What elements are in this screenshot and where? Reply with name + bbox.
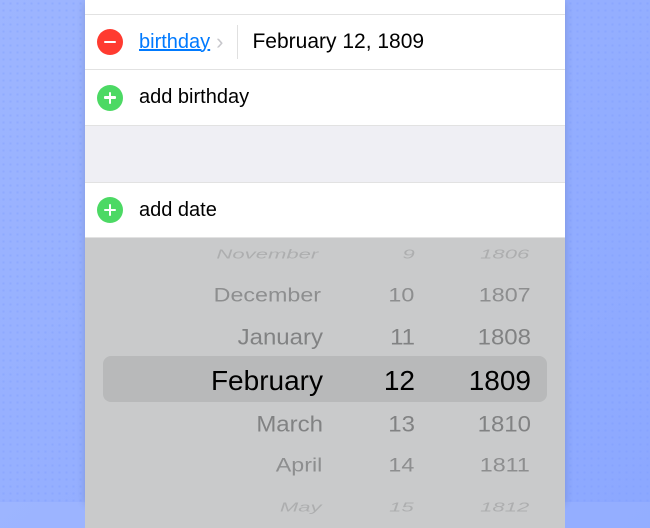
day-option[interactable]: 11	[390, 318, 415, 357]
year-option[interactable]: 1807	[478, 279, 530, 313]
contacts-edit-panel: birthday › February 12, 1809 add birthda…	[85, 0, 565, 502]
month-option-selected[interactable]: February	[211, 358, 323, 403]
month-option[interactable]: December	[214, 279, 321, 313]
add-birthday-label: add birthday	[139, 86, 249, 109]
add-birthday-icon[interactable]	[97, 85, 123, 111]
day-option-selected[interactable]: 12	[384, 358, 415, 403]
birthday-field-label[interactable]: birthday	[139, 31, 210, 54]
year-option-selected[interactable]: 1809	[469, 358, 531, 403]
birthday-value[interactable]: February 12, 1809	[252, 30, 424, 54]
year-option[interactable]: 1811	[480, 449, 530, 483]
remove-birthday-icon[interactable]	[97, 29, 123, 55]
year-option[interactable]: 1810	[478, 405, 531, 444]
chevron-right-icon: ›	[216, 29, 223, 55]
day-wheel[interactable]: 9 10 11 12 13 14 15	[345, 238, 429, 528]
day-option[interactable]: 13	[388, 405, 415, 444]
year-option[interactable]: 1812	[480, 496, 529, 519]
year-option[interactable]: 1808	[478, 318, 531, 357]
day-option[interactable]: 14	[389, 449, 415, 483]
year-wheel[interactable]: 1806 1807 1808 1809 1810 1811 1812	[429, 238, 549, 528]
month-option[interactable]: November	[217, 243, 319, 266]
add-date-row[interactable]: add date	[85, 182, 565, 238]
month-option[interactable]: March	[256, 405, 323, 444]
day-option[interactable]: 15	[389, 496, 414, 519]
month-option[interactable]: April	[276, 449, 323, 483]
day-option[interactable]: 10	[389, 279, 415, 313]
month-option[interactable]: January	[238, 318, 323, 357]
row-divider	[237, 25, 238, 59]
section-gap	[85, 126, 565, 182]
add-date-icon[interactable]	[97, 197, 123, 223]
year-option[interactable]: 1806	[480, 243, 529, 266]
month-option[interactable]: May	[279, 496, 321, 519]
add-date-label: add date	[139, 199, 217, 222]
day-option[interactable]: 9	[402, 243, 414, 266]
month-wheel[interactable]: November December January February March…	[85, 238, 345, 528]
birthday-row[interactable]: birthday › February 12, 1809	[85, 14, 565, 70]
date-picker[interactable]: November December January February March…	[85, 238, 565, 528]
add-birthday-row[interactable]: add birthday	[85, 70, 565, 126]
